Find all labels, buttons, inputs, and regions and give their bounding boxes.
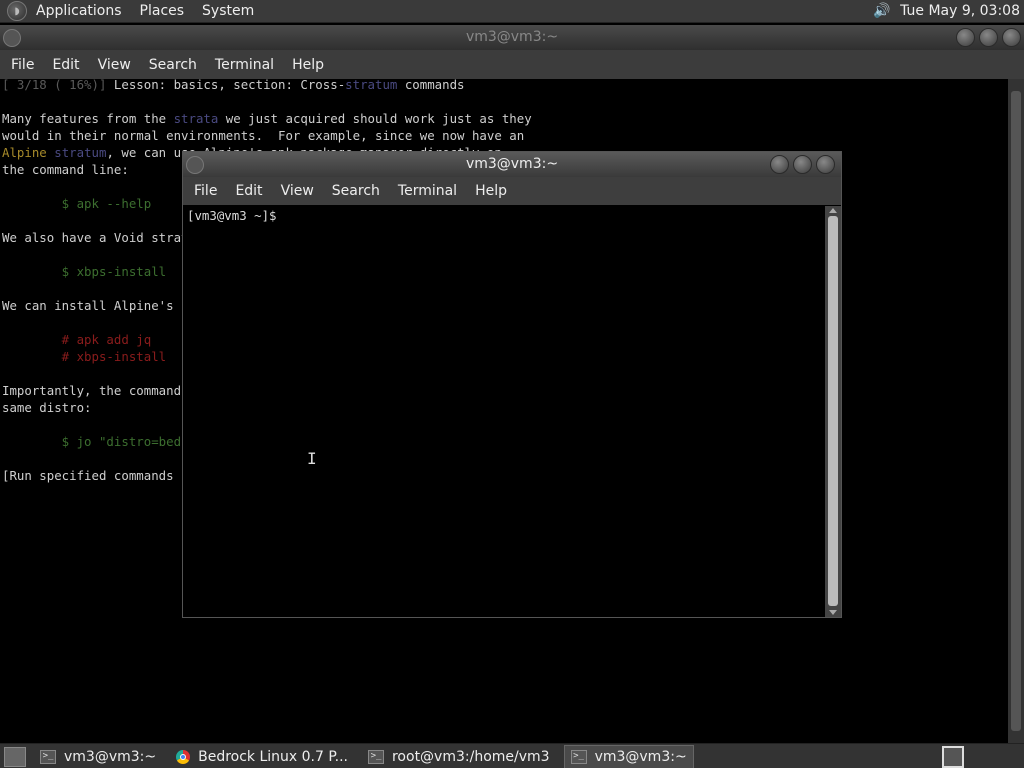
- menu-help[interactable]: Help: [283, 57, 333, 73]
- window-menu-icon[interactable]: [186, 156, 204, 174]
- terminal-segment: Lesson: basics, section: Cross-: [106, 79, 346, 92]
- distro-logo-icon[interactable]: ◗: [7, 1, 27, 21]
- chrome-icon: [176, 749, 191, 764]
- terminal-segment: same distro:: [2, 400, 92, 415]
- close-button[interactable]: [816, 155, 835, 174]
- bottom-panel: >_ vm3@vm3:~ Bedrock Linux 0.7 P... >_ r…: [0, 743, 1024, 768]
- menu-file[interactable]: File: [185, 183, 226, 199]
- front-menubar: File Edit View Search Terminal Help: [183, 177, 841, 205]
- scrollbar-thumb[interactable]: [1011, 91, 1021, 731]
- menu-edit[interactable]: Edit: [43, 57, 88, 73]
- back-window-title: vm3@vm3:~: [465, 29, 559, 45]
- terminal-segment: $ apk --help: [2, 196, 152, 211]
- minimize-button[interactable]: [770, 155, 789, 174]
- menu-file[interactable]: File: [2, 57, 43, 73]
- back-titlebar[interactable]: vm3@vm3:~: [0, 25, 1024, 50]
- task-label: vm3@vm3:~: [64, 748, 157, 765]
- front-window-title: vm3@vm3:~: [465, 156, 559, 172]
- back-menubar: File Edit View Search Terminal Help: [0, 50, 1024, 79]
- menu-system[interactable]: System: [193, 0, 263, 22]
- maximize-button[interactable]: [979, 28, 998, 47]
- menu-terminal[interactable]: Terminal: [206, 57, 283, 73]
- terminal-segment: Many features from the: [2, 111, 174, 126]
- back-scrollbar[interactable]: [1008, 79, 1024, 743]
- window-menu-icon[interactable]: [3, 29, 21, 47]
- menu-edit[interactable]: Edit: [226, 183, 271, 199]
- front-terminal-window: vm3@vm3:~ File Edit View Search Terminal…: [182, 151, 842, 618]
- terminal-segment: Alpine: [2, 145, 47, 160]
- front-terminal-output[interactable]: [vm3@vm3 ~]$: [183, 206, 825, 617]
- terminal-segment: # apk add jq: [2, 332, 152, 347]
- maximize-button[interactable]: [793, 155, 812, 174]
- show-desktop-icon[interactable]: [4, 746, 26, 767]
- task-label: Bedrock Linux 0.7 P...: [198, 748, 348, 765]
- menu-help[interactable]: Help: [466, 183, 516, 199]
- front-scrollbar[interactable]: [825, 206, 841, 617]
- task-vm3-terminal[interactable]: >_ vm3@vm3:~: [34, 746, 162, 768]
- terminal-segment: $ xbps-install: [2, 264, 167, 279]
- menu-search[interactable]: Search: [323, 183, 389, 199]
- task-vm3-terminal-active[interactable]: >_ vm3@vm3:~: [563, 744, 694, 768]
- menu-view[interactable]: View: [272, 183, 323, 199]
- scrollbar-thumb[interactable]: [828, 216, 838, 606]
- terminal-icon: >_: [40, 749, 56, 764]
- terminal-segment: [Run specified commands: [2, 468, 174, 483]
- menu-applications[interactable]: Applications: [27, 0, 131, 22]
- shell-prompt: [vm3@vm3 ~]$: [187, 208, 284, 223]
- task-label: root@vm3:/home/vm3: [391, 748, 550, 765]
- terminal-segment: We can install Alpine's: [2, 298, 174, 313]
- terminal-segment: stratum: [345, 79, 398, 92]
- scroll-up-arrow-icon[interactable]: [829, 208, 837, 213]
- terminal-line: [ 3/18 ( 16%)] Lesson: basics, section: …: [2, 79, 532, 93]
- terminal-segment: stratum: [54, 145, 107, 160]
- volume-icon[interactable]: 🔊: [872, 1, 892, 21]
- close-button[interactable]: [1002, 28, 1021, 47]
- minimize-button[interactable]: [956, 28, 975, 47]
- terminal-segment: commands: [397, 79, 465, 92]
- menu-search[interactable]: Search: [140, 57, 206, 73]
- menu-places[interactable]: Places: [131, 0, 194, 22]
- terminal-segment: strata: [173, 111, 219, 126]
- terminal-line: would in their normal environments. For …: [2, 127, 532, 144]
- task-label: vm3@vm3:~: [594, 748, 687, 765]
- top-panel: ◗ Applications Places System 🔊 Tue May 9…: [0, 0, 1024, 23]
- terminal-segment: [ 3/18 ( 16%)]: [2, 79, 107, 92]
- scroll-down-arrow-icon[interactable]: [829, 610, 837, 615]
- terminal-segment: the command line:: [2, 162, 129, 177]
- terminal-segment: we just acquired should work just as the…: [218, 111, 532, 126]
- text-cursor-icon: I: [307, 449, 317, 468]
- front-window-controls: [770, 155, 835, 174]
- menu-terminal[interactable]: Terminal: [389, 183, 466, 199]
- front-titlebar[interactable]: vm3@vm3:~: [183, 152, 841, 177]
- task-chrome-bedrock[interactable]: Bedrock Linux 0.7 P...: [170, 746, 354, 768]
- clock[interactable]: Tue May 9, 03:08: [900, 3, 1024, 19]
- task-root-terminal[interactable]: >_ root@vm3:/home/vm3: [362, 746, 556, 768]
- terminal-line: Many features from the strata we just ac…: [2, 110, 532, 127]
- workspace-switcher-icon[interactable]: [942, 745, 964, 768]
- terminal-segment: # xbps-install: [2, 349, 167, 364]
- menu-view[interactable]: View: [89, 57, 140, 73]
- terminal-icon: >_: [570, 749, 587, 764]
- terminal-segment: would in their normal environments. For …: [2, 128, 525, 143]
- back-window-controls: [956, 28, 1021, 47]
- terminal-icon: >_: [367, 749, 384, 764]
